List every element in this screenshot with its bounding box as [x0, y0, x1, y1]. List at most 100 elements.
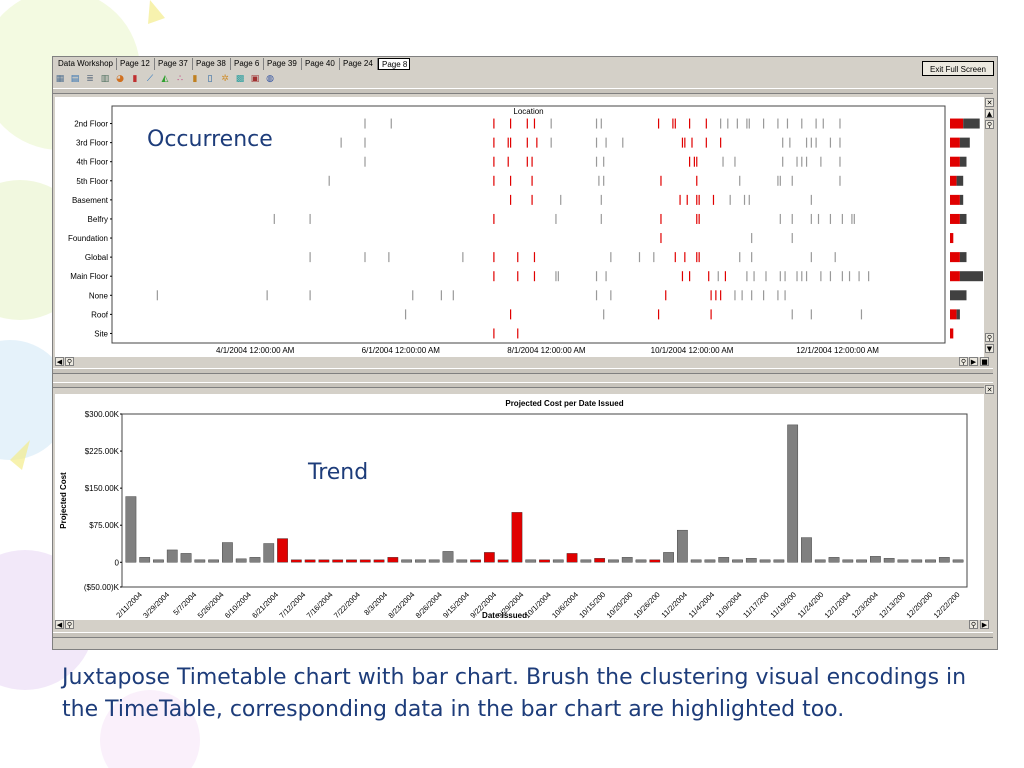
- tab-data-workshop[interactable]: Data Workshop: [55, 58, 117, 70]
- bar[interactable]: [621, 557, 633, 563]
- bar[interactable]: [539, 559, 550, 563]
- tab-page-6[interactable]: Page 6: [231, 58, 264, 70]
- panel-splitter-top[interactable]: [53, 88, 993, 94]
- bar[interactable]: [704, 559, 716, 563]
- bar[interactable]: [318, 559, 330, 563]
- tab-page-39[interactable]: Page 39: [264, 58, 302, 70]
- bar[interactable]: [938, 557, 950, 563]
- bar[interactable]: [828, 557, 840, 563]
- bar[interactable]: [442, 551, 454, 563]
- bar[interactable]: [842, 559, 854, 563]
- tab-page-40[interactable]: Page 40: [302, 58, 340, 70]
- area-icon[interactable]: ◭: [160, 74, 170, 84]
- bar[interactable]: [222, 542, 233, 563]
- bar[interactable]: [787, 424, 799, 563]
- bar[interactable]: [566, 553, 578, 563]
- panel-splitter-middle[interactable]: [53, 368, 993, 374]
- bar[interactable]: [180, 553, 192, 563]
- network-icon[interactable]: ✲: [220, 74, 230, 84]
- zoom-icon[interactable]: ⚲: [65, 620, 74, 629]
- scroll-right-icon[interactable]: ▶: [969, 357, 978, 366]
- tab-page-8[interactable]: Page 8: [378, 58, 410, 70]
- scroll-left-icon[interactable]: ◀: [55, 357, 64, 366]
- scroll-left-icon[interactable]: ◀: [55, 620, 64, 629]
- table-icon[interactable]: ▦: [55, 74, 65, 84]
- panel-splitter-footer[interactable]: [53, 632, 993, 638]
- bar[interactable]: [359, 559, 371, 563]
- bar[interactable]: [263, 543, 275, 563]
- bar[interactable]: [718, 557, 730, 563]
- bar[interactable]: [870, 556, 881, 563]
- bar[interactable]: [483, 552, 495, 563]
- bar[interactable]: [732, 559, 743, 563]
- line-icon[interactable]: ⟋: [145, 74, 155, 84]
- heatmap-icon[interactable]: ▩: [235, 74, 245, 84]
- pie-icon[interactable]: ◕: [115, 74, 125, 84]
- list-icon[interactable]: ≣: [85, 74, 95, 84]
- zoom-icon[interactable]: ⚲: [65, 357, 74, 366]
- bar[interactable]: [153, 559, 164, 563]
- bar[interactable]: [332, 559, 344, 563]
- bar[interactable]: [401, 559, 413, 563]
- report-icon[interactable]: ▥: [100, 74, 110, 84]
- bar[interactable]: [456, 559, 468, 563]
- tab-page-37[interactable]: Page 37: [155, 58, 193, 70]
- bar[interactable]: [304, 559, 316, 563]
- bar[interactable]: [139, 557, 151, 563]
- end-icon[interactable]: ■: [980, 357, 989, 366]
- bar[interactable]: [511, 512, 523, 563]
- bar[interactable]: [814, 559, 826, 563]
- bar[interactable]: [663, 552, 674, 563]
- globe-icon[interactable]: ◍: [265, 74, 275, 84]
- bar[interactable]: [235, 558, 247, 563]
- zoom-icon[interactable]: ⚲: [985, 333, 994, 342]
- scroll-up-icon[interactable]: ▲: [985, 109, 994, 118]
- bar[interactable]: [346, 559, 357, 563]
- bar[interactable]: [635, 559, 647, 563]
- bar[interactable]: [883, 558, 895, 563]
- bar[interactable]: [249, 557, 261, 563]
- column-icon[interactable]: ▯: [205, 74, 215, 84]
- scatter-icon[interactable]: ∴: [175, 74, 185, 84]
- tab-page-24[interactable]: Page 24: [340, 58, 378, 70]
- bar[interactable]: [428, 559, 440, 563]
- bar[interactable]: [801, 537, 812, 563]
- scroll-down-icon[interactable]: ▼: [985, 344, 994, 353]
- bar-chart-vertical-scrollbar[interactable]: ✕: [984, 384, 996, 620]
- zoom-icon[interactable]: ⚲: [985, 120, 994, 129]
- bar-chart-horizontal-scrollbar[interactable]: ◀ ⚲ ⚲ ▶: [55, 620, 995, 630]
- bar[interactable]: [897, 559, 909, 563]
- bar-icon[interactable]: ▮: [130, 74, 140, 84]
- bar[interactable]: [497, 559, 509, 563]
- bar[interactable]: [125, 496, 137, 563]
- bar[interactable]: [856, 559, 867, 563]
- zoom-icon[interactable]: ⚲: [969, 620, 978, 629]
- panel-splitter-bottom[interactable]: [53, 382, 993, 388]
- treemap-icon[interactable]: ▣: [250, 74, 260, 84]
- bar[interactable]: [773, 559, 785, 563]
- bar[interactable]: [594, 558, 606, 563]
- close-icon[interactable]: ✕: [985, 385, 994, 394]
- scroll-right-icon[interactable]: ▶: [980, 620, 989, 629]
- bar[interactable]: [387, 557, 399, 563]
- timetable-vertical-scrollbar[interactable]: ✕ ▲ ⚲ ⚲ ▼: [984, 97, 996, 366]
- bar[interactable]: [676, 529, 688, 563]
- bar[interactable]: [290, 559, 302, 563]
- exit-full-screen-button[interactable]: Exit Full Screen: [922, 61, 994, 76]
- bar[interactable]: [525, 559, 537, 563]
- bar[interactable]: [373, 559, 385, 563]
- bar[interactable]: [745, 558, 757, 563]
- bar[interactable]: [952, 559, 964, 563]
- bar[interactable]: [277, 538, 288, 563]
- stacked-bar-icon[interactable]: ▮: [190, 74, 200, 84]
- bar[interactable]: [649, 559, 661, 563]
- bar[interactable]: [552, 559, 564, 563]
- bar[interactable]: [925, 559, 936, 563]
- tab-page-38[interactable]: Page 38: [193, 58, 231, 70]
- bar[interactable]: [911, 559, 923, 563]
- bar[interactable]: [470, 559, 481, 563]
- close-icon[interactable]: ✕: [985, 98, 994, 107]
- bar[interactable]: [690, 559, 702, 563]
- grid-icon[interactable]: ▤: [70, 74, 80, 84]
- tab-page-12[interactable]: Page 12: [117, 58, 155, 70]
